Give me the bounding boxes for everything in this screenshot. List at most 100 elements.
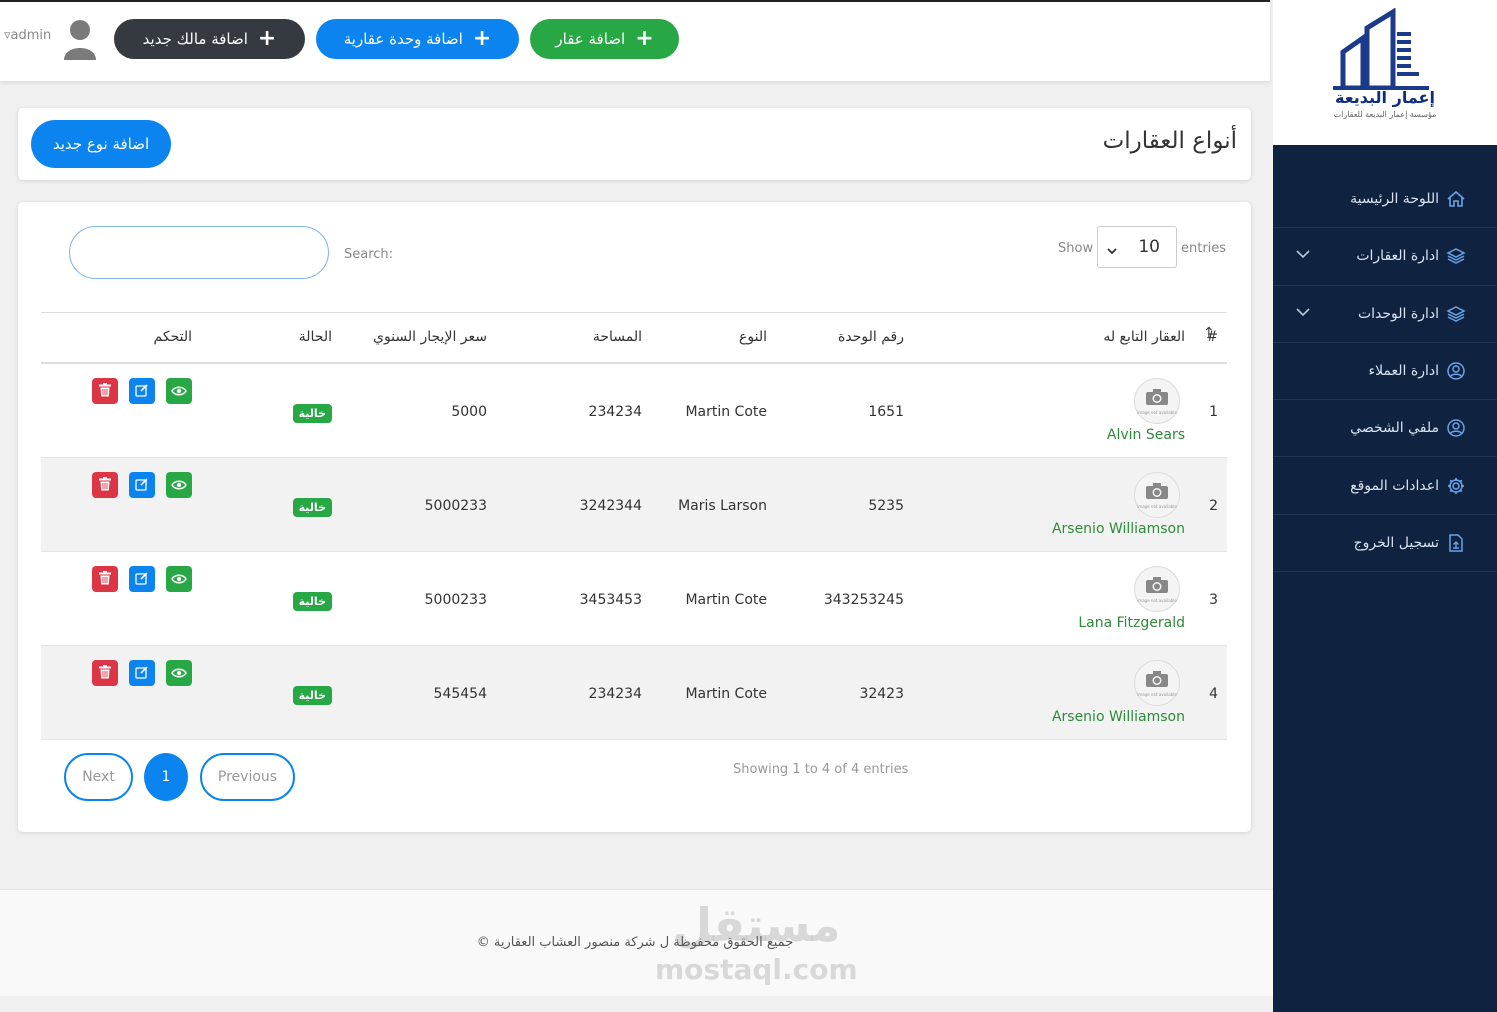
col-control: التحكم bbox=[153, 329, 192, 345]
table-row: 4 image not available Arsenio Williamson… bbox=[41, 646, 1227, 740]
owner-name[interactable]: Arsenio Williamson bbox=[1052, 521, 1185, 537]
show-label: Show bbox=[1058, 241, 1094, 256]
delete-button[interactable] bbox=[92, 472, 118, 498]
image-placeholder-text: image not available bbox=[1137, 409, 1177, 415]
layers-icon bbox=[1445, 303, 1467, 325]
unit-area: 3453453 bbox=[579, 592, 642, 608]
table-info: Showing 1 to 4 of 4 entries bbox=[733, 762, 909, 777]
sidebar: إعمار البديعة مؤسسة إعمار البديعة للعقار… bbox=[1273, 0, 1497, 1012]
search-label: Search: bbox=[344, 247, 394, 262]
view-button[interactable] bbox=[166, 566, 192, 592]
pagination-previous[interactable]: Previous bbox=[200, 753, 295, 801]
delete-button[interactable] bbox=[92, 378, 118, 404]
view-button[interactable] bbox=[166, 378, 192, 404]
view-button[interactable] bbox=[166, 660, 192, 686]
unit-area: 234234 bbox=[588, 686, 642, 702]
add-unit-button[interactable]: + اضافة وحدة عقارية bbox=[316, 19, 519, 59]
logo[interactable]: إعمار البديعة مؤسسة إعمار البديعة للعقار… bbox=[1273, 0, 1497, 145]
property-image: image not available bbox=[1134, 660, 1180, 706]
sidebar-item-label: تسجيل الخروج bbox=[1353, 534, 1439, 551]
edit-button[interactable] bbox=[129, 566, 155, 592]
user-name: admin bbox=[10, 28, 52, 43]
table-row: 2 image not available Arsenio Williamson… bbox=[41, 458, 1227, 552]
page-title: أنواع العقارات bbox=[1102, 128, 1237, 154]
edit-button[interactable] bbox=[129, 660, 155, 686]
entries-select[interactable]: 10 bbox=[1097, 226, 1177, 268]
row-number: 4 bbox=[1209, 686, 1218, 702]
status-badge: خالية bbox=[292, 498, 332, 517]
copyright-text: جميع الحقوق محفوظة ل شركة منصور العشاب ا… bbox=[476, 935, 794, 950]
annual-rent: 545454 bbox=[433, 686, 487, 702]
chevron-down-icon[interactable] bbox=[1295, 304, 1311, 324]
eye-icon bbox=[171, 570, 187, 589]
row-number: 3 bbox=[1209, 592, 1218, 608]
table-row: 1 image not available Alvin Sears 1651 M… bbox=[41, 364, 1227, 458]
col-type[interactable]: النوع bbox=[739, 329, 767, 345]
owner-name[interactable]: Alvin Sears bbox=[1107, 427, 1185, 443]
unit-number: 1651 bbox=[868, 404, 904, 420]
camera-icon bbox=[1145, 482, 1169, 504]
delete-button[interactable] bbox=[92, 660, 118, 686]
row-number: 1 bbox=[1209, 404, 1218, 420]
annual-rent: 5000233 bbox=[424, 498, 487, 514]
watermark: مستقل mostaql.com bbox=[655, 895, 858, 985]
unit-type: Martin Cote bbox=[685, 404, 767, 420]
add-owner-button[interactable]: + اضافة مالك جديد bbox=[114, 19, 305, 59]
col-status[interactable]: الحالة bbox=[299, 329, 332, 345]
camera-icon bbox=[1145, 670, 1169, 692]
logo-title: إعمار البديعة bbox=[1335, 88, 1435, 107]
owner-name[interactable]: Lana Fitzgerald bbox=[1078, 615, 1185, 631]
search-input[interactable] bbox=[69, 226, 329, 279]
pagination-next[interactable]: Next bbox=[64, 753, 133, 801]
image-placeholder-text: image not available bbox=[1137, 691, 1177, 697]
owner-name[interactable]: Arsenio Williamson bbox=[1052, 709, 1185, 725]
table-card: Show 10 entries Search: # ↑ العقار التاب… bbox=[18, 202, 1251, 832]
logo-subtitle: مؤسسة إعمار البديعة للعقارات bbox=[1333, 110, 1437, 119]
footer: جميع الحقوق محفوظة ل شركة منصور العشاب ا… bbox=[0, 889, 1273, 996]
sidebar-nav: اللوحة الرئيسية ادارة العقارات ادارة الو… bbox=[1273, 171, 1497, 573]
camera-icon bbox=[1145, 576, 1169, 598]
unit-type: Martin Cote bbox=[685, 592, 767, 608]
sidebar-item-label: ادارة العملاء bbox=[1368, 363, 1440, 380]
col-unit[interactable]: رقم الوحدة bbox=[838, 329, 904, 345]
trash-icon bbox=[99, 476, 111, 495]
home-icon bbox=[1445, 188, 1467, 210]
plus-icon: + bbox=[257, 26, 277, 51]
sidebar-item-settings[interactable]: اعدادات الموقع bbox=[1273, 457, 1497, 515]
plus-icon: + bbox=[635, 26, 654, 51]
user-circle-icon bbox=[1445, 417, 1467, 439]
image-placeholder-text: image not available bbox=[1137, 597, 1177, 603]
sidebar-item-clients[interactable]: ادارة العملاء bbox=[1273, 343, 1497, 401]
col-property[interactable]: العقار التابع له bbox=[1103, 329, 1185, 345]
sidebar-item-profile[interactable]: ملفي الشخصي bbox=[1273, 400, 1497, 458]
watermark-url: mostaql.com bbox=[655, 953, 858, 986]
sidebar-item-logout[interactable]: تسجيل الخروج bbox=[1273, 515, 1497, 573]
status-badge: خالية bbox=[292, 592, 332, 611]
sidebar-item-properties[interactable]: ادارة العقارات bbox=[1273, 228, 1497, 286]
sidebar-item-label: اعدادات الموقع bbox=[1350, 477, 1439, 494]
chevron-down-icon bbox=[1106, 241, 1118, 261]
edit-button[interactable] bbox=[129, 378, 155, 404]
add-property-button[interactable]: + اضافة عقار bbox=[530, 19, 679, 59]
table-row: 3 image not available Lana Fitzgerald 34… bbox=[41, 552, 1227, 646]
eye-icon bbox=[171, 476, 187, 495]
avatar[interactable] bbox=[62, 18, 98, 64]
user-menu[interactable]: ▿admin bbox=[4, 28, 51, 43]
trash-icon bbox=[99, 382, 111, 401]
edit-icon bbox=[135, 664, 149, 683]
view-button[interactable] bbox=[166, 472, 192, 498]
add-type-button[interactable]: اضافة نوع جديد bbox=[31, 120, 171, 168]
sidebar-item-units[interactable]: ادارة الوحدات bbox=[1273, 286, 1497, 343]
col-rent[interactable]: سعر الإيجار السنوي bbox=[373, 329, 487, 345]
unit-type: Martin Cote bbox=[685, 686, 767, 702]
col-area[interactable]: المساحة bbox=[593, 329, 642, 345]
delete-button[interactable] bbox=[92, 566, 118, 592]
edit-icon bbox=[135, 476, 149, 495]
chevron-down-icon[interactable] bbox=[1295, 246, 1311, 266]
trash-icon bbox=[99, 664, 111, 683]
pagination-page-1[interactable]: 1 bbox=[144, 753, 188, 801]
sidebar-item-dashboard[interactable]: اللوحة الرئيسية bbox=[1273, 171, 1497, 229]
edit-button[interactable] bbox=[129, 472, 155, 498]
property-image: image not available bbox=[1134, 378, 1180, 424]
sort-arrow-icon[interactable]: ↑ bbox=[1203, 325, 1215, 341]
